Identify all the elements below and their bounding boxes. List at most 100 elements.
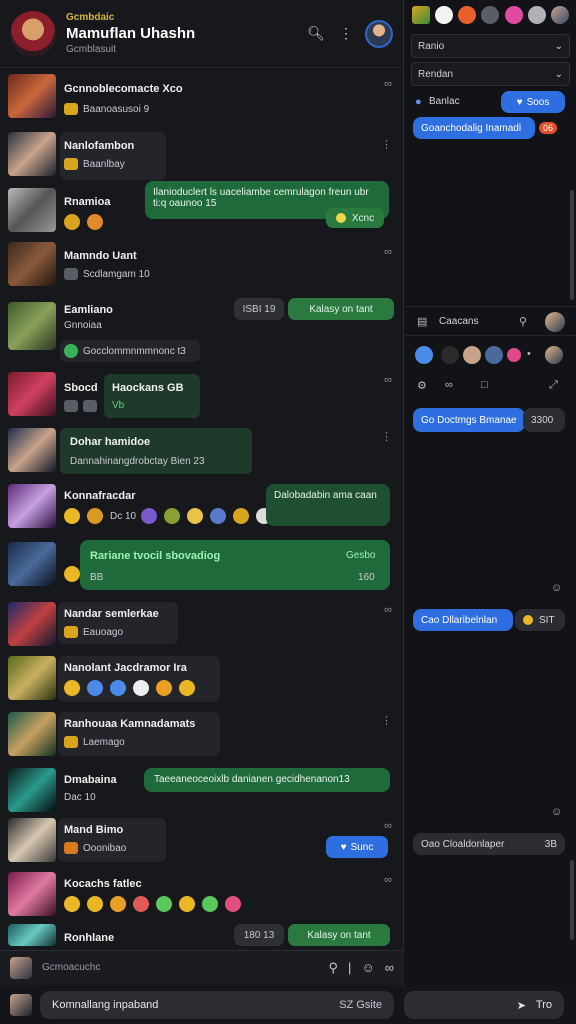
avatar[interactable] (507, 348, 521, 362)
list-item[interactable]: Rnamioa Ilanioduclert ls uaceliambe cemr… (0, 181, 404, 242)
fire-icon[interactable] (458, 6, 477, 24)
avatar[interactable] (545, 312, 565, 332)
group-avatar[interactable] (10, 10, 56, 57)
emoji-icon[interactable]: ☺ (551, 582, 562, 594)
chat-title: Mand Bimo (64, 824, 124, 836)
app-icon[interactable] (528, 6, 547, 24)
filter-select-1[interactable]: Ranio ⌄ (411, 34, 570, 58)
reaction-pill[interactable]: ♥ Sunc (326, 836, 388, 858)
message-bubble[interactable] (80, 540, 390, 590)
more-icon[interactable]: ⋮ (381, 714, 392, 727)
more-icon[interactable]: ⋮ (333, 21, 359, 47)
avatar[interactable] (441, 346, 459, 364)
bubble-label: Gesbo (346, 550, 376, 561)
reaction-label: Sunc (350, 841, 374, 853)
status-badge: 06 (539, 122, 558, 134)
list-item[interactable]: Rariane tvocil sbovadiog Gesbo BB 160 (0, 538, 404, 598)
chat-title: Ronhlane (64, 932, 115, 944)
settings-icon[interactable]: ⚙ (417, 379, 427, 392)
avatar[interactable] (365, 19, 393, 48)
avatar[interactable] (463, 346, 481, 364)
search-input[interactable]: Gcmoacuchc (42, 962, 319, 973)
badge-icon (64, 400, 78, 412)
app-icon[interactable] (434, 6, 453, 24)
emoji-icon[interactable]: ☺ (361, 960, 374, 975)
link-icon[interactable]: ∞ (384, 820, 392, 832)
emoji-icon (133, 680, 149, 696)
scrollbar[interactable] (570, 190, 574, 300)
avatar[interactable] (485, 346, 503, 364)
link-icon[interactable]: ∞ (385, 960, 394, 975)
panel-icon[interactable]: ▤ (417, 315, 427, 328)
link-icon[interactable]: ∞ (384, 246, 392, 258)
list-item[interactable]: Dmabaina Dac 10 Taeeaneoceoixlb danianen… (0, 764, 404, 818)
emoji-icon[interactable]: ☺ (551, 806, 562, 818)
badge-icon (83, 400, 97, 412)
search-icon[interactable]: ⚲ (329, 960, 339, 976)
avatar[interactable] (551, 6, 570, 24)
app-icon[interactable] (481, 6, 500, 24)
chat-avatar (8, 302, 56, 350)
scrollbar[interactable] (570, 860, 574, 940)
list-item[interactable]: Nanlofambon Baanlbay ⋮ (0, 130, 404, 186)
list-item[interactable]: Nanolant Jacdramor Ira (0, 652, 404, 708)
chat-preview: Scdlamgam 10 (83, 268, 150, 280)
message-text: Oao Cloaldonlaper (421, 838, 505, 850)
message-bubble[interactable]: Taeeaneoceoixlb danianen gecidhenanon13 (144, 768, 390, 792)
message-input[interactable]: Komnallang inpaband SZ Gsite (40, 991, 394, 1019)
chat-preview: Ooonibao (83, 842, 127, 854)
tag-pill[interactable]: Kalasy on tant (288, 924, 390, 946)
message-bubble[interactable]: Cao Dllaribelnlan (413, 609, 513, 631)
chat-preview: Baanlbay (83, 158, 125, 170)
select-value: Ranio (418, 40, 445, 52)
chat-preview: Eauoago (83, 626, 124, 638)
link-icon[interactable]: ∞ (384, 874, 392, 886)
search-bar: Gcmoacuchc ⚲ | ☺ ∞ (0, 950, 404, 984)
chat-title: Rariane tvocil sbovadiog (90, 550, 221, 562)
app-icon[interactable] (411, 6, 430, 24)
message-bubble[interactable]: Goanchodalig Inamadl (413, 117, 535, 139)
list-item[interactable]: Mand Bimo Ooonibao ♥ Sunc ∞ (0, 818, 404, 872)
list-item[interactable]: Ranhouaa Kamnadamats Laemago ⋮ (0, 708, 404, 764)
message-bubble[interactable]: Go Doctmgs Bmanae (413, 408, 525, 432)
chat-title: Konnafracdar (64, 490, 136, 502)
chevron-down-icon: ⌄ (554, 40, 563, 52)
status-pill[interactable]: ♥ Soos (501, 91, 565, 113)
avatar[interactable] (545, 346, 563, 364)
emoji-icon (141, 508, 158, 524)
link-icon[interactable]: ∞ (384, 374, 392, 386)
more-icon[interactable]: • (527, 348, 531, 360)
filter-select-2[interactable]: Rendan ⌄ (411, 62, 570, 86)
reaction-pill[interactable]: Xcnc (326, 208, 384, 228)
search-icon[interactable]: 🔍︎ (303, 21, 329, 47)
reaction-pill[interactable]: SIT (515, 609, 565, 631)
message-bubble[interactable]: Oao Cloaldonlaper 3B (413, 833, 565, 855)
more-icon[interactable]: ⋮ (381, 138, 392, 151)
search-icon[interactable]: ⚲ (519, 315, 527, 328)
side-input[interactable]: ➤ Tro (404, 991, 564, 1019)
list-item[interactable]: Konnafracdar Dc 10 Dalobadabin ama caan (0, 480, 404, 538)
expand-icon[interactable]: ⤢ (549, 379, 558, 392)
list-item[interactable]: Kocachs fatlec ∞ (0, 872, 404, 924)
avatar[interactable] (415, 346, 433, 364)
list-item[interactable]: Eamliano Gnnoiaa ISBI 19 Kalasy on tant … (0, 298, 404, 368)
avatar[interactable] (10, 956, 32, 979)
app-icon[interactable] (504, 6, 523, 24)
send-icon[interactable]: ➤ (517, 999, 526, 1012)
link-icon[interactable]: ∞ (384, 78, 392, 90)
list-item[interactable]: Gcnnoblecomacte Xco Baanoasusoi 9 ∞ (0, 70, 404, 130)
link-icon[interactable]: ∞ (384, 604, 392, 616)
avatar[interactable] (10, 994, 32, 1016)
chat-avatar (8, 132, 56, 176)
tag-pill[interactable]: Kalasy on tant (288, 298, 394, 320)
tag-icon[interactable]: □ (481, 379, 488, 391)
list-item[interactable]: Mamndo Uant Scdlamgam 10 ∞ (0, 242, 404, 298)
list-item[interactable]: Dohar hamidoe Dannahinangdrobctay Bien 2… (0, 424, 404, 480)
list-item[interactable]: Sbocd Haockans GB Vb ∞ (0, 368, 404, 424)
list-item[interactable]: Ronhlane 180 13 Kalasy on tant (0, 924, 404, 948)
message-bubble[interactable]: Dalobadabin ama caan (266, 484, 390, 526)
link-icon[interactable]: ∞ (445, 379, 453, 391)
list-item[interactable]: Nandar semlerkae Eauoago ∞ (0, 598, 404, 652)
chat-avatar (8, 768, 56, 812)
more-icon[interactable]: ⋮ (381, 430, 392, 443)
